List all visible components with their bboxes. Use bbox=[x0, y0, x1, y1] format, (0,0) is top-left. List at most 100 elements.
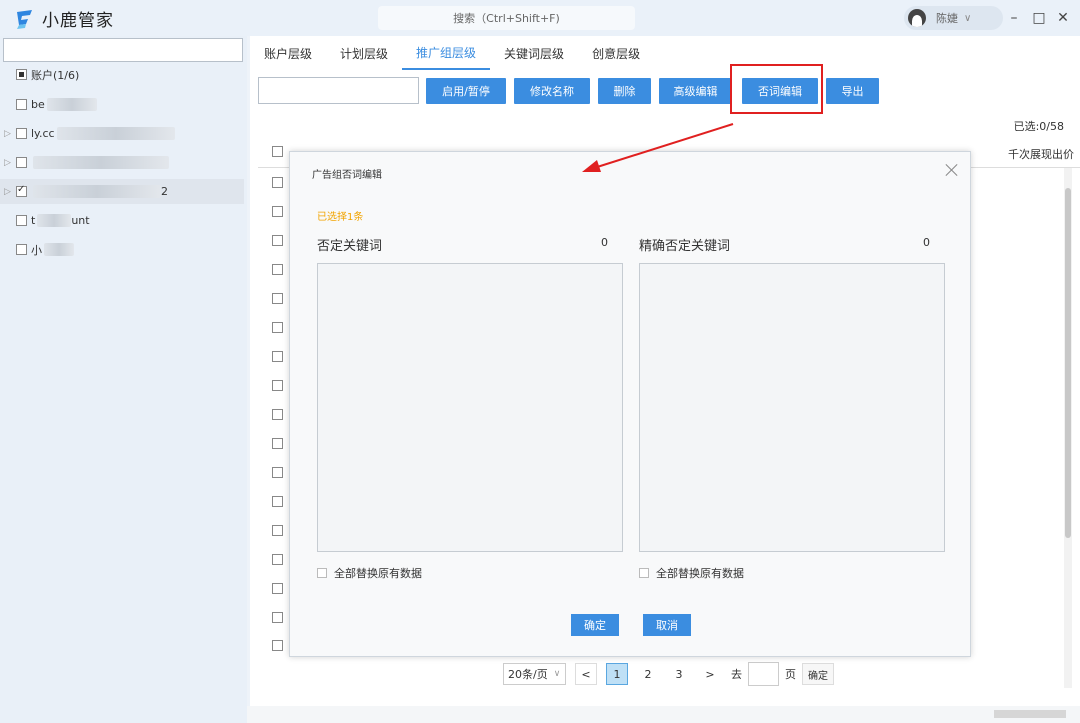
row-checkbox[interactable] bbox=[272, 467, 283, 478]
tree-item[interactable]: ▷ ly.cc bbox=[0, 121, 244, 146]
row-checkbox[interactable] bbox=[272, 583, 283, 594]
expand-arrow-icon[interactable]: ▷ bbox=[4, 129, 16, 139]
chevron-down-icon: ∨ bbox=[964, 12, 972, 24]
close-window-button[interactable]: ✕ bbox=[1053, 8, 1073, 28]
tree-root-accounts[interactable]: 账户(1/6) bbox=[0, 62, 244, 87]
row-checkbox[interactable] bbox=[272, 438, 283, 449]
column-header-cpm-bid: 千次展现出价 bbox=[1008, 148, 1074, 161]
tree-item[interactable]: be bbox=[0, 92, 244, 117]
replace-exact-negative-option[interactable]: 全部替换原有数据 bbox=[639, 565, 744, 581]
negative-keywords-label: 否定关键词 bbox=[317, 239, 383, 254]
row-checkbox[interactable] bbox=[272, 235, 283, 246]
replace-negative-checkbox[interactable] bbox=[317, 568, 327, 578]
sidebar-search-input[interactable] bbox=[3, 38, 243, 62]
filter-input[interactable] bbox=[258, 77, 419, 104]
tree-item-checkbox[interactable] bbox=[16, 99, 27, 110]
negative-keyword-dialog: 广告组否词编辑 已选择1条 否定关键词 0 全部替换原有数据 精确否定关键词 0… bbox=[289, 151, 971, 657]
exact-negative-keywords-textarea[interactable] bbox=[639, 263, 945, 552]
title-bar: 小鹿管家 搜索（Ctrl+Shift+F) 陈婕 ∨ – □ ✕ bbox=[0, 0, 1080, 36]
row-checkbox[interactable] bbox=[272, 322, 283, 333]
minimize-button[interactable]: – bbox=[1004, 8, 1024, 28]
user-menu[interactable]: 陈婕 ∨ bbox=[904, 6, 1003, 30]
app-logo: 小鹿管家 bbox=[14, 6, 114, 31]
redacted-text bbox=[56, 127, 175, 140]
tree-item-label: 小 bbox=[31, 243, 42, 257]
negative-keywords-count: 0 bbox=[601, 236, 608, 249]
scrollbar-thumb[interactable] bbox=[994, 710, 1066, 718]
tree-item-label: ly.cc bbox=[31, 127, 55, 140]
expand-arrow-icon[interactable]: ▷ bbox=[4, 158, 16, 168]
next-page-button[interactable]: > bbox=[699, 663, 721, 685]
row-checkbox[interactable] bbox=[272, 640, 283, 651]
scrollbar-thumb[interactable] bbox=[1065, 188, 1071, 538]
avatar bbox=[908, 9, 926, 27]
tree-item-label: be bbox=[31, 98, 45, 111]
row-checkbox[interactable] bbox=[272, 380, 283, 391]
row-checkbox[interactable] bbox=[272, 554, 283, 565]
enable-pause-button[interactable]: 启用/暂停 bbox=[426, 78, 506, 104]
tree-item-checkbox[interactable] bbox=[16, 244, 27, 255]
close-icon[interactable] bbox=[944, 162, 960, 178]
goto-page-input[interactable] bbox=[748, 662, 779, 686]
expand-arrow-icon[interactable]: ▷ bbox=[4, 187, 16, 197]
horizontal-scrollbar[interactable] bbox=[247, 706, 1080, 723]
tab-account-level[interactable]: 账户层级 bbox=[250, 36, 326, 70]
maximize-button[interactable]: □ bbox=[1029, 8, 1049, 28]
prev-page-button[interactable]: < bbox=[575, 663, 597, 685]
tab-keyword-level[interactable]: 关键词层级 bbox=[490, 36, 578, 70]
dialog-title: 广告组否词编辑 bbox=[312, 170, 382, 181]
tree-item-selected[interactable]: ▷ 2 bbox=[0, 179, 244, 204]
row-checkbox[interactable] bbox=[272, 612, 283, 623]
tree-item-label: t bbox=[31, 214, 36, 227]
page-button-1[interactable]: 1 bbox=[606, 663, 628, 685]
tab-plan-level[interactable]: 计划层级 bbox=[326, 36, 402, 70]
row-checkbox[interactable] bbox=[272, 496, 283, 507]
dialog-selected-info: 已选择1条 bbox=[317, 212, 364, 223]
tab-creative-level[interactable]: 创意层级 bbox=[578, 36, 654, 70]
delete-button[interactable]: 删除 bbox=[598, 78, 651, 104]
redacted-text bbox=[33, 185, 161, 198]
select-all-checkbox[interactable] bbox=[272, 146, 283, 157]
redacted-text bbox=[44, 243, 74, 256]
export-button[interactable]: 导出 bbox=[826, 78, 879, 104]
tree-item[interactable]: 小 bbox=[0, 237, 244, 262]
row-checkbox[interactable] bbox=[272, 351, 283, 362]
deer-logo-icon bbox=[14, 8, 36, 30]
tree-item-checkbox[interactable] bbox=[16, 215, 27, 226]
tree-item[interactable]: ▷ bbox=[0, 150, 244, 175]
app-title: 小鹿管家 bbox=[42, 11, 114, 31]
page-size-select[interactable]: 20条/页 ∨ bbox=[503, 663, 566, 685]
table-vertical-scrollbar[interactable] bbox=[1064, 168, 1072, 688]
advanced-edit-button[interactable]: 高级编辑 bbox=[659, 78, 732, 104]
row-checkbox[interactable] bbox=[272, 293, 283, 304]
pagination: 20条/页 ∨ < 1 2 3 > 去 页 确定 bbox=[503, 662, 834, 686]
page-button-3[interactable]: 3 bbox=[668, 663, 690, 685]
negative-keywords-textarea[interactable] bbox=[317, 263, 623, 552]
dialog-cancel-button[interactable]: 取消 bbox=[643, 614, 691, 636]
tab-adgroup-level[interactable]: 推广组层级 bbox=[402, 36, 491, 70]
dialog-confirm-button[interactable]: 确定 bbox=[571, 614, 619, 636]
row-checkbox[interactable] bbox=[272, 177, 283, 188]
row-checkbox[interactable] bbox=[272, 264, 283, 275]
rename-button[interactable]: 修改名称 bbox=[514, 78, 590, 104]
tree-item[interactable]: t unt bbox=[0, 208, 244, 233]
goto-confirm-button[interactable]: 确定 bbox=[802, 663, 834, 685]
page-unit-label: 页 bbox=[785, 668, 796, 681]
tree-item-checkbox[interactable] bbox=[16, 128, 27, 139]
page-button-2[interactable]: 2 bbox=[637, 663, 659, 685]
page-size-value: 20条/页 bbox=[508, 668, 548, 681]
replace-negative-option[interactable]: 全部替换原有数据 bbox=[317, 565, 422, 581]
global-search[interactable]: 搜索（Ctrl+Shift+F) bbox=[378, 6, 635, 30]
tree-item-checkbox[interactable] bbox=[16, 184, 27, 197]
tree-item-checkbox[interactable] bbox=[16, 157, 27, 168]
replace-exact-negative-label: 全部替换原有数据 bbox=[656, 567, 744, 580]
root-checkbox[interactable] bbox=[16, 69, 27, 80]
row-checkbox[interactable] bbox=[272, 409, 283, 420]
replace-exact-negative-checkbox[interactable] bbox=[639, 568, 649, 578]
replace-negative-label: 全部替换原有数据 bbox=[334, 567, 422, 580]
level-tabs: 账户层级 计划层级 推广组层级 关键词层级 创意层级 bbox=[250, 36, 1080, 70]
row-checkbox[interactable] bbox=[272, 206, 283, 217]
account-sidebar: 账户(1/6) be ▷ ly.cc ▷ ▷ 2 t unt 小 bbox=[0, 36, 247, 723]
chevron-down-icon: ∨ bbox=[553, 669, 561, 679]
row-checkbox[interactable] bbox=[272, 525, 283, 536]
